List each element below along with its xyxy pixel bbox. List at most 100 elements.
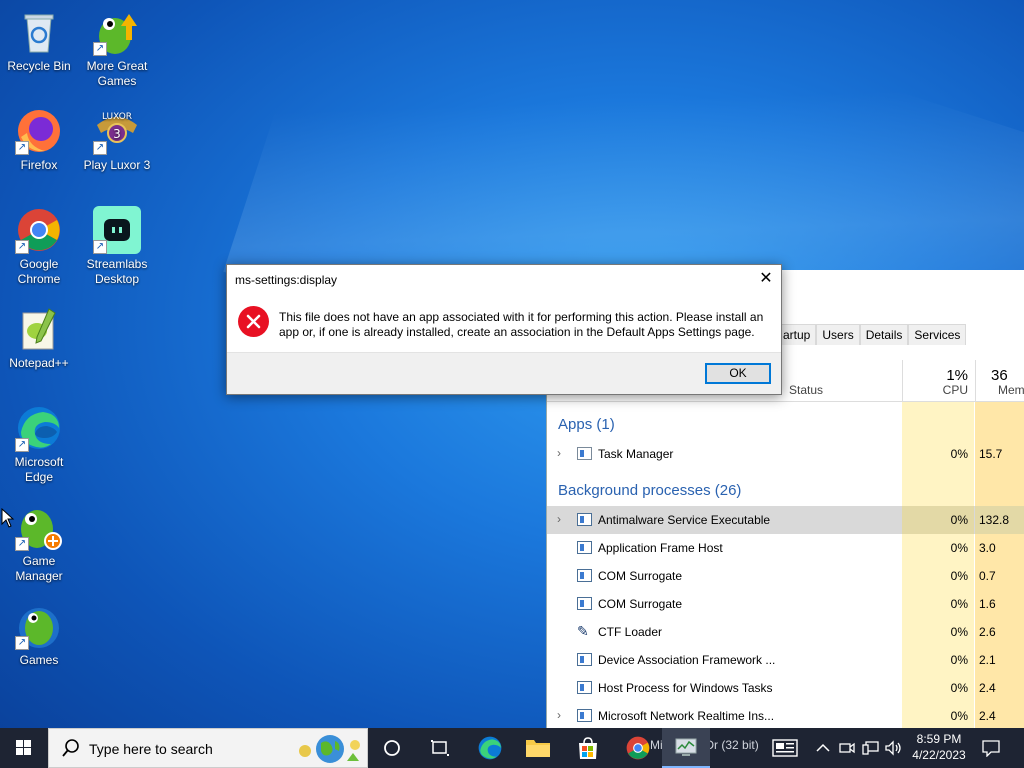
desktop-icon-label: Recycle Bin <box>7 59 71 73</box>
desktop-icon-play-luxor-3[interactable]: 3 LUXOR ↗ Play Luxor 3 <box>79 107 155 173</box>
action-center-button[interactable] <box>982 728 1000 768</box>
shortcut-arrow-icon: ↗ <box>93 141 107 155</box>
group-apps: Apps (1) <box>547 402 1024 440</box>
process-icon <box>577 541 592 554</box>
search-icon <box>61 738 81 763</box>
news-widget-button[interactable] <box>772 728 798 768</box>
table-row[interactable]: › Task Manager 0% 15.7 <box>547 440 1024 468</box>
volume-button[interactable] <box>885 728 903 768</box>
chevron-up-icon <box>816 743 830 752</box>
taskbar: Type here to search Micro OneDr (32 bit) <box>0 728 1024 768</box>
table-row[interactable]: ✎ CTF Loader 0% 2.6 <box>547 618 1024 646</box>
ctf-loader-pen-icon: ✎ <box>577 623 589 639</box>
network-icon <box>862 741 879 755</box>
process-icon <box>577 597 592 610</box>
process-icon <box>577 709 592 722</box>
cpu-label: CPU <box>942 383 968 397</box>
game-manager-icon: ↗ <box>15 503 63 551</box>
table-row[interactable]: Application Frame Host 0% 3.0 <box>547 534 1024 562</box>
recycle-bin-icon <box>15 8 63 56</box>
table-row[interactable]: Device Association Framework ... 0% 2.1 <box>547 646 1024 674</box>
desktop-icon-recycle-bin[interactable]: Recycle Bin <box>1 8 77 74</box>
store-icon <box>579 737 597 759</box>
desktop-icon-label: Games <box>19 653 59 667</box>
taskbar-edge[interactable] <box>466 728 514 768</box>
table-row[interactable]: › Microsoft Network Realtime Ins... 0% 2… <box>547 702 1024 730</box>
desktop-icon-streamlabs[interactable]: ↗ Streamlabs Desktop <box>79 206 155 287</box>
tab-startup[interactable]: artup <box>777 324 817 345</box>
desktop-icon-more-great-games[interactable]: ↗ More Great Games <box>79 8 155 89</box>
error-icon <box>238 306 269 337</box>
games-frog-icon: ↗ <box>15 602 63 650</box>
svg-text:3: 3 <box>113 127 121 141</box>
search-box[interactable]: Type here to search <box>48 728 368 768</box>
desktop-icon-microsoft-edge[interactable]: ↗ Microsoft Edge <box>1 404 77 485</box>
group-background-title: Background processes (26) <box>558 482 742 499</box>
luxor-icon: 3 LUXOR ↗ <box>93 107 141 155</box>
tab-users[interactable]: Users <box>816 324 860 345</box>
network-button[interactable] <box>862 728 880 768</box>
error-dialog[interactable]: ms-settings:display ✕ This file does not… <box>226 264 782 395</box>
clock-date: 4/22/2023 <box>912 748 966 762</box>
desktop-icon-label: Microsoft Edge <box>14 455 64 484</box>
news-icon <box>772 739 798 757</box>
shortcut-arrow-icon: ↗ <box>15 438 29 452</box>
desktop-icon-label: Google Chrome <box>17 257 61 286</box>
task-view-icon <box>431 740 449 756</box>
desktop-icon-label: More Great Games <box>86 59 148 88</box>
dialog-message: This file does not have an app associate… <box>279 310 764 339</box>
table-row[interactable]: Host Process for Windows Tasks 0% 2.4 <box>547 674 1024 702</box>
tab-details[interactable]: Details <box>859 324 909 345</box>
desktop-icon-google-chrome[interactable]: ↗ Google Chrome <box>1 206 77 287</box>
firefox-icon: ↗ <box>15 107 63 155</box>
chevron-right-icon[interactable]: › <box>557 708 561 722</box>
taskbar-file-explorer[interactable] <box>514 728 562 768</box>
ok-button[interactable]: OK <box>705 363 771 384</box>
desktop-icon-label: Notepad++ <box>9 356 69 370</box>
start-button[interactable] <box>0 728 48 768</box>
chrome-icon <box>626 736 650 760</box>
task-manager-tabs: artup Users Details Services <box>777 324 967 345</box>
desktop-icon-label: Game Manager <box>15 554 63 583</box>
table-row[interactable]: › Antimalware Service Executable 0% 132.… <box>547 506 1024 534</box>
table-row[interactable]: COM Surrogate 0% 0.7 <box>547 562 1024 590</box>
chevron-right-icon[interactable]: › <box>557 446 561 460</box>
close-icon[interactable]: ✕ <box>751 265 781 293</box>
column-memory[interactable]: 36 Mem <box>975 360 1024 402</box>
taskbar-task-manager[interactable] <box>662 728 710 768</box>
task-manager-icon <box>577 447 592 460</box>
desktop-icon-firefox[interactable]: ↗ Firefox <box>1 107 77 173</box>
cortana-circle-icon <box>384 740 400 756</box>
desktop-icon-notepad-plus-plus[interactable]: Notepad++ <box>1 305 77 371</box>
group-apps-title: Apps (1) <box>558 416 615 433</box>
streamlabs-icon: ↗ <box>93 206 141 254</box>
group-background-processes: Background processes (26) <box>547 468 1024 506</box>
system-clock[interactable]: 8:59 PM 4/22/2023 <box>905 731 973 763</box>
process-icon <box>577 653 592 666</box>
shortcut-arrow-icon: ↗ <box>93 42 107 56</box>
shortcut-arrow-icon: ↗ <box>15 537 29 551</box>
desktop-icon-games[interactable]: ↗ Games <box>1 602 77 668</box>
chevron-right-icon[interactable]: › <box>557 512 561 526</box>
cpu-total: 1% <box>946 367 968 384</box>
search-highlight-globe-icon <box>295 731 365 768</box>
taskbar-store[interactable] <box>564 728 612 768</box>
desktop-icon-label: Firefox <box>20 158 58 172</box>
search-placeholder: Type here to search <box>89 741 213 757</box>
tab-services[interactable]: Services <box>908 324 967 345</box>
clock-time: 8:59 PM <box>916 732 962 746</box>
cortana-button[interactable] <box>368 728 416 768</box>
table-row[interactable]: COM Surrogate 0% 1.6 <box>547 590 1024 618</box>
webcam-icon <box>839 742 855 754</box>
process-icon <box>577 513 592 526</box>
process-icon <box>577 681 592 694</box>
folder-icon <box>526 740 550 757</box>
task-view-button[interactable] <box>416 728 464 768</box>
column-status[interactable]: Status <box>789 383 823 397</box>
edge-icon: ↗ <box>15 404 63 452</box>
column-cpu[interactable]: 1% CPU <box>902 360 974 402</box>
shortcut-arrow-icon: ↗ <box>15 141 29 155</box>
windows-logo-icon <box>16 740 31 755</box>
meet-now-button[interactable] <box>839 728 855 768</box>
show-hidden-icons-button[interactable] <box>816 728 830 768</box>
